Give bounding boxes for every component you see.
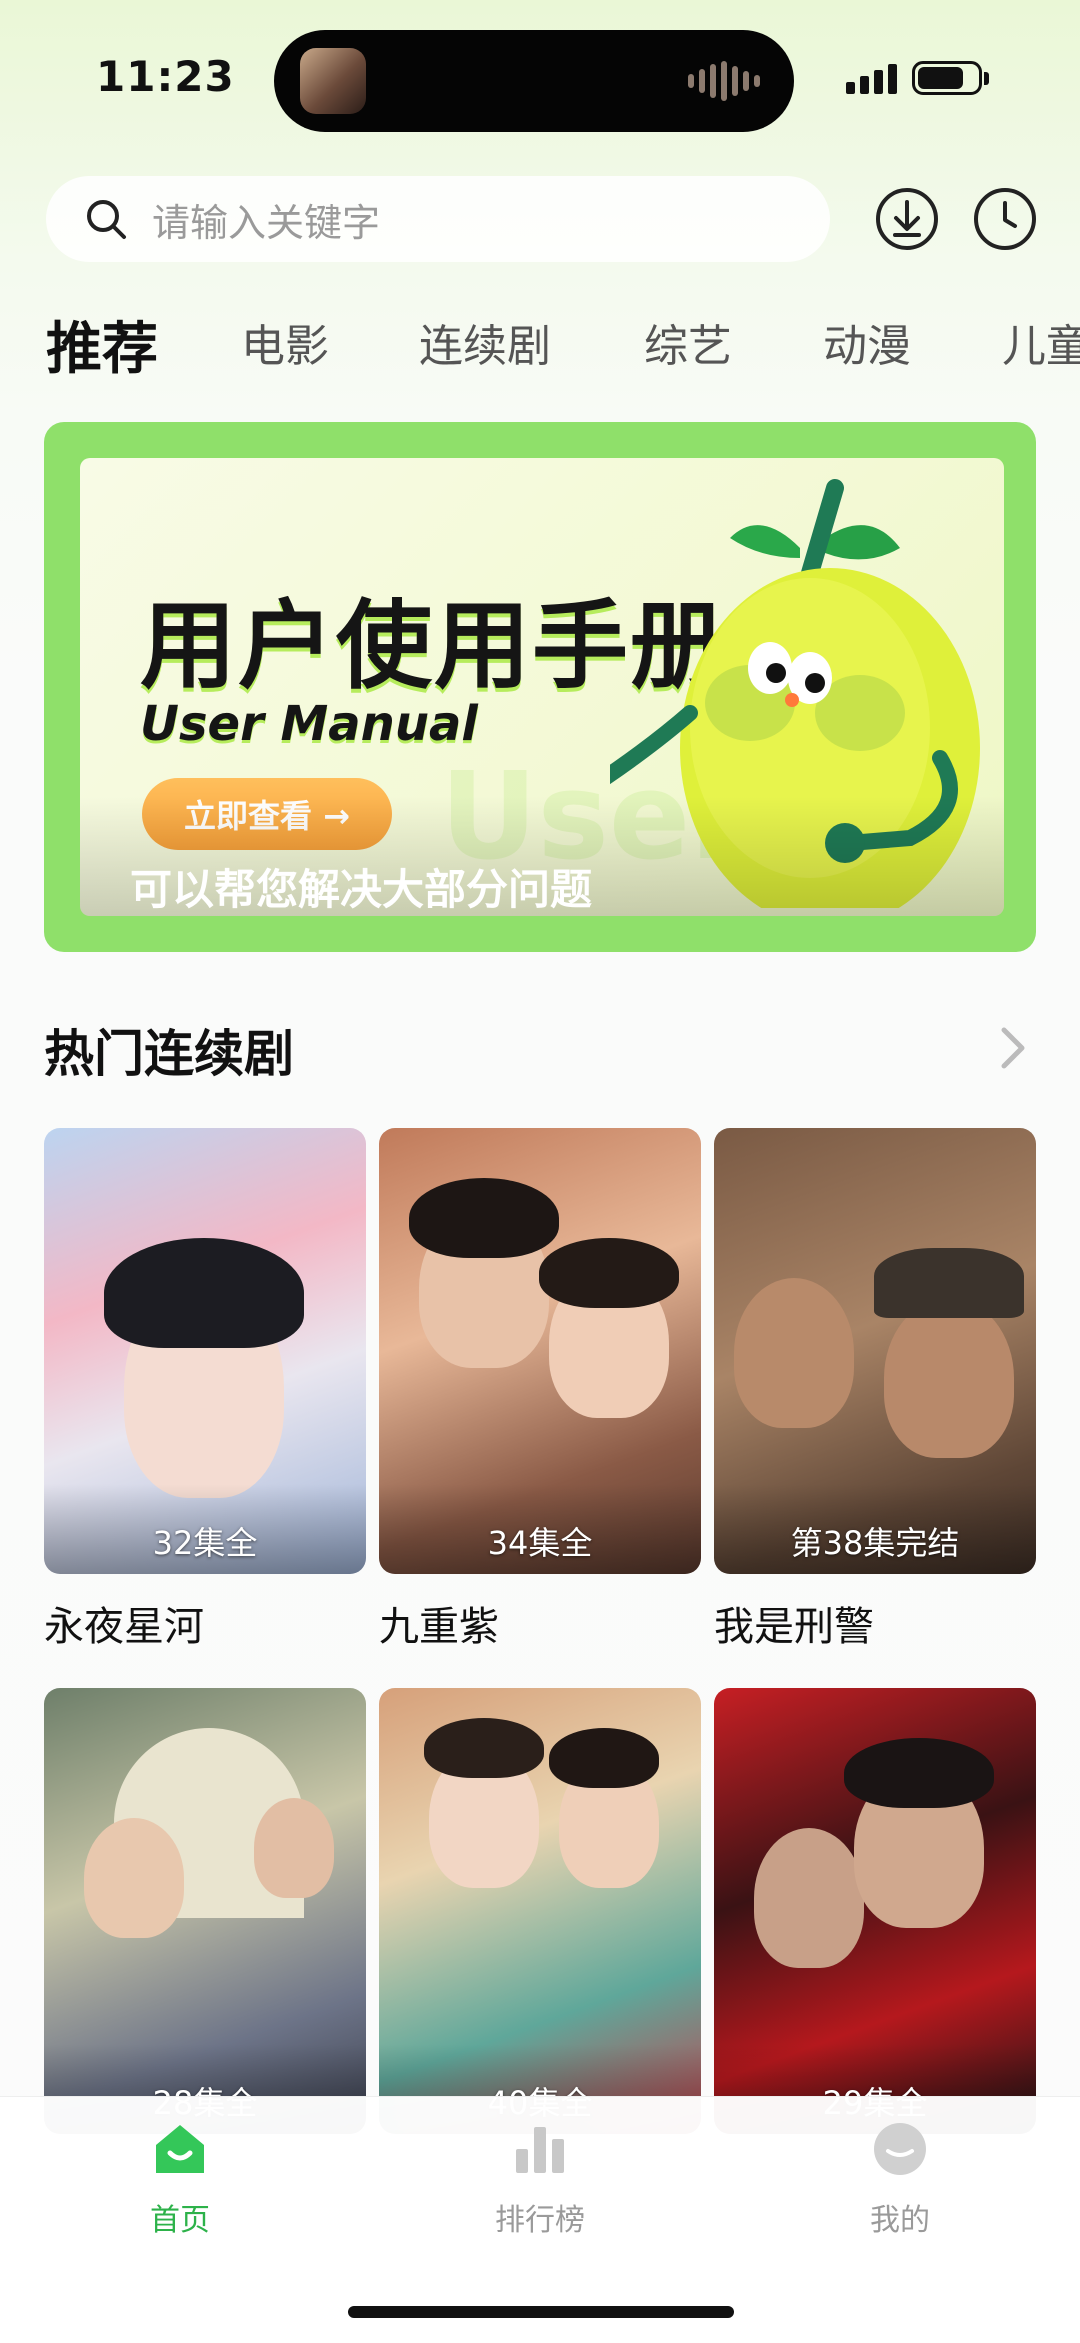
drama-card[interactable]: 34集全 九重紫 bbox=[379, 1128, 701, 1652]
status-time: 11:23 bbox=[96, 52, 235, 101]
drama-poster: 29集全 bbox=[714, 1688, 1036, 2134]
banner-subtitle: User Manual bbox=[140, 696, 478, 752]
search-input[interactable]: 请输入关键字 bbox=[46, 176, 830, 262]
profile-icon bbox=[874, 2123, 926, 2175]
drama-poster: 40集全 bbox=[379, 1688, 701, 2134]
nav-profile-label: 我的 bbox=[870, 2203, 930, 2238]
home-indicator[interactable] bbox=[348, 2306, 734, 2318]
history-clock-icon[interactable] bbox=[972, 186, 1038, 252]
drama-card[interactable]: 第38集完结 我是刑警 bbox=[714, 1128, 1036, 1652]
drama-card[interactable]: 28集全 bbox=[44, 1688, 366, 2134]
tab-recommended[interactable]: 推荐 bbox=[46, 304, 158, 380]
search-icon bbox=[87, 200, 126, 239]
drama-card[interactable]: 32集全 永夜星河 bbox=[44, 1128, 366, 1652]
drama-card[interactable]: 29集全 bbox=[714, 1688, 1036, 2134]
nav-home[interactable]: 首页 bbox=[100, 2119, 260, 2239]
nav-ranking-label: 排行榜 bbox=[495, 2203, 585, 2238]
battery-cap bbox=[984, 72, 989, 85]
home-icon bbox=[156, 2125, 204, 2173]
tab-kids[interactable]: 儿童 bbox=[1002, 310, 1080, 374]
nav-profile[interactable]: 我的 bbox=[820, 2119, 980, 2239]
nav-ranking[interactable]: 排行榜 bbox=[460, 2119, 620, 2239]
tab-movies[interactable]: 电影 bbox=[241, 310, 329, 374]
download-icon[interactable] bbox=[874, 186, 940, 252]
drama-poster: 第38集完结 bbox=[714, 1128, 1036, 1574]
tab-anime[interactable]: 动漫 bbox=[823, 310, 911, 374]
search-placeholder: 请输入关键字 bbox=[152, 200, 381, 245]
audio-waveform-icon bbox=[688, 60, 760, 102]
cellular-signal-icon bbox=[846, 62, 897, 94]
section-title: 热门连续剧 bbox=[44, 1025, 294, 1083]
drama-poster: 32集全 bbox=[44, 1128, 366, 1574]
dynamic-island[interactable] bbox=[274, 30, 794, 132]
banner-caption: 可以帮您解决大部分问题 bbox=[80, 796, 1004, 916]
tab-series[interactable]: 连续剧 bbox=[419, 310, 551, 374]
episode-badge: 34集全 bbox=[487, 1524, 593, 1562]
drama-title: 九重紫 bbox=[379, 1604, 499, 1650]
drama-title: 永夜星河 bbox=[44, 1604, 204, 1650]
now-playing-thumbnail bbox=[300, 48, 366, 114]
drama-title: 我是刑警 bbox=[714, 1604, 874, 1650]
promo-banner[interactable]: User 用户使用手册 User Manual 立即查看 → 可以帮您解决大部分… bbox=[44, 422, 1036, 952]
drama-poster: 28集全 bbox=[44, 1688, 366, 2134]
ranking-icon bbox=[516, 2127, 564, 2173]
drama-card[interactable]: 40集全 bbox=[379, 1688, 701, 2134]
tab-variety[interactable]: 综艺 bbox=[644, 310, 732, 374]
chevron-right-icon[interactable] bbox=[996, 1022, 1032, 1074]
banner-caption-text: 可以帮您解决大部分问题 bbox=[130, 865, 593, 914]
nav-home-label: 首页 bbox=[150, 2203, 210, 2238]
banner-card: User 用户使用手册 User Manual 立即查看 → 可以帮您解决大部分… bbox=[80, 458, 1004, 916]
episode-badge: 32集全 bbox=[152, 1524, 258, 1562]
episode-badge: 第38集完结 bbox=[790, 1524, 960, 1562]
drama-poster: 34集全 bbox=[379, 1128, 701, 1574]
category-tabs: 推荐 电影 连续剧 综艺 动漫 儿童 bbox=[46, 300, 1080, 380]
status-bar: 11:23 bbox=[0, 0, 1080, 150]
battery-icon bbox=[912, 61, 982, 95]
